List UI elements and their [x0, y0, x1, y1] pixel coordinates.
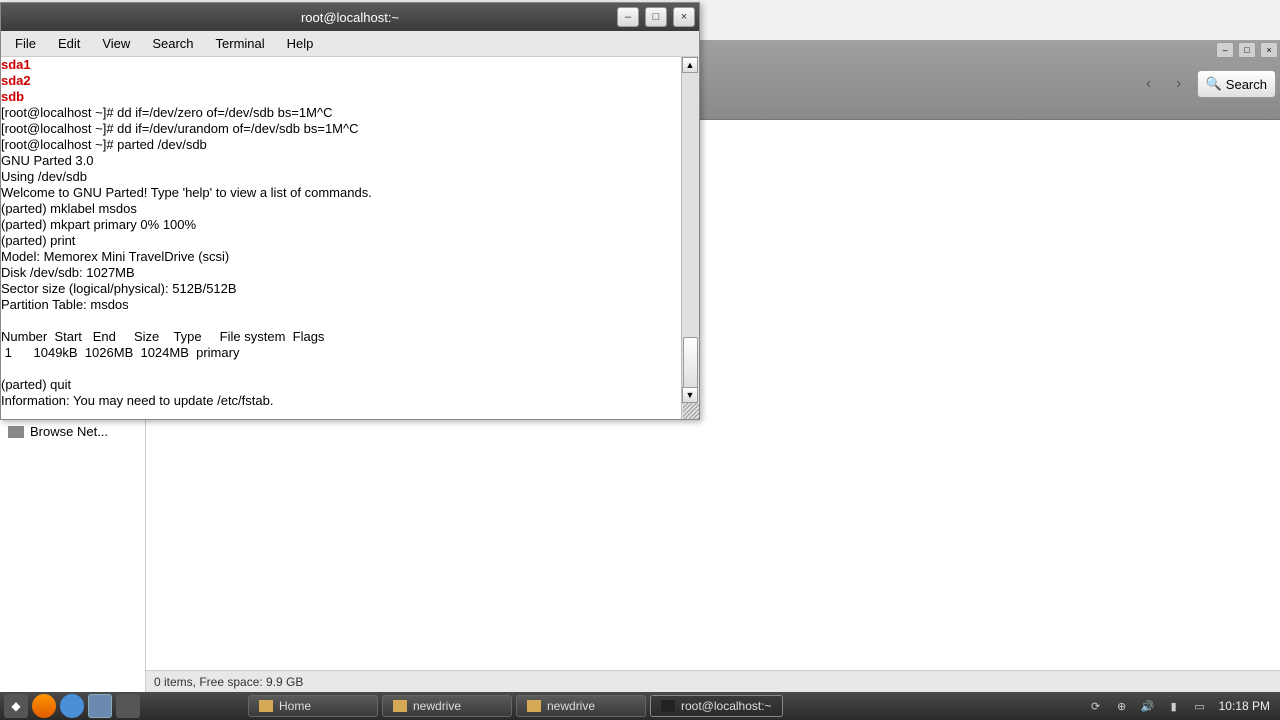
system-tray: ⟳ ⊕ 🔊 ▮ ▭ 10:18 PM — [1089, 699, 1276, 713]
browse-label: Browse Net... — [30, 424, 108, 439]
term-line: (parted) quit — [1, 377, 71, 392]
browser-launcher[interactable] — [60, 694, 84, 718]
maximize-button[interactable]: □ — [645, 7, 667, 27]
task-label: newdrive — [413, 699, 461, 713]
search-box[interactable]: 🔍 Search — [1197, 70, 1276, 98]
menu-search[interactable]: Search — [142, 33, 203, 54]
titlebar[interactable]: root@localhost:~ – □ × — [1, 3, 699, 31]
menu-file[interactable]: File — [5, 33, 46, 54]
task-label: newdrive — [547, 699, 595, 713]
task-newdrive-1[interactable]: newdrive — [382, 695, 512, 717]
start-menu-button[interactable]: ◆ — [4, 694, 28, 718]
task-label: root@localhost:~ — [681, 699, 772, 713]
folder-icon — [259, 700, 273, 712]
term-line: Welcome to GNU Parted! Type 'help' to vi… — [1, 185, 372, 200]
folder-icon — [527, 700, 541, 712]
back-button[interactable]: ‹ — [1137, 72, 1161, 96]
menu-help[interactable]: Help — [277, 33, 324, 54]
term-line: (parted) print — [1, 233, 75, 248]
terminal-window: root@localhost:~ – □ × File Edit View Se… — [0, 2, 700, 420]
scroll-down-button[interactable]: ▼ — [682, 387, 698, 403]
term-line: (parted) mklabel msdos — [1, 201, 137, 216]
scrollbar[interactable]: ▲ ▼ — [681, 57, 699, 419]
menubar: File Edit View Search Terminal Help — [1, 31, 699, 57]
minimize-button[interactable]: – — [617, 7, 639, 27]
term-line: Number Start End Size Type File system F… — [1, 329, 324, 344]
term-line: (parted) mkpart primary 0% 100% — [1, 217, 196, 232]
sidebar-browse-network[interactable]: Browse Net... — [0, 420, 145, 443]
term-line: [root@localhost ~]# parted /dev/sdb — [1, 137, 207, 152]
filemgr-statusbar: 0 items, Free space: 9.9 GB — [146, 670, 1280, 694]
term-line: GNU Parted 3.0 — [1, 153, 94, 168]
task-terminal[interactable]: root@localhost:~ — [650, 695, 783, 717]
firefox-launcher[interactable] — [32, 694, 56, 718]
window-title: root@localhost:~ — [301, 10, 399, 25]
background-toolbar: – □ × ‹ › 🔍 Search — [700, 40, 1280, 120]
terminal-icon — [661, 700, 675, 712]
close-button[interactable]: × — [673, 7, 695, 27]
network-icon — [8, 426, 24, 438]
term-line: Disk /dev/sdb: 1027MB — [1, 265, 135, 280]
terminal-body[interactable]: sda1 sda2 sdb [root@localhost ~]# dd if=… — [1, 57, 699, 419]
term-line: Information: You may need to update /etc… — [1, 393, 273, 408]
background-content — [700, 120, 1280, 420]
term-line: 1 1049kB 1026MB 1024MB primary — [1, 345, 239, 360]
forward-button[interactable]: › — [1167, 72, 1191, 96]
term-line: Using /dev/sdb — [1, 169, 87, 184]
search-label: Search — [1226, 77, 1267, 92]
volume-icon[interactable]: 🔊 — [1141, 699, 1155, 713]
folder-icon — [393, 700, 407, 712]
taskbar: ◆ Home newdrive newdrive root@localhost:… — [0, 692, 1280, 720]
menu-edit[interactable]: Edit — [48, 33, 90, 54]
network-tray-icon[interactable]: ⊕ — [1115, 699, 1129, 713]
status-text: 0 items, Free space: 9.9 GB — [154, 675, 303, 689]
menu-terminal[interactable]: Terminal — [206, 33, 275, 54]
terminal-output[interactable]: sda1 sda2 sdb [root@localhost ~]# dd if=… — [1, 57, 681, 419]
clock[interactable]: 10:18 PM — [1219, 699, 1270, 713]
clipboard-icon[interactable]: ▭ — [1193, 699, 1207, 713]
term-line: Model: Memorex Mini TravelDrive (scsi) — [1, 249, 229, 264]
task-newdrive-2[interactable]: newdrive — [516, 695, 646, 717]
battery-icon[interactable]: ▮ — [1167, 699, 1181, 713]
task-label: Home — [279, 699, 311, 713]
search-icon: 🔍 — [1206, 76, 1222, 92]
bg-close-button[interactable]: × — [1260, 42, 1278, 58]
scroll-up-button[interactable]: ▲ — [682, 57, 698, 73]
term-line: Sector size (logical/physical): 512B/512… — [1, 281, 237, 296]
resize-grip[interactable] — [683, 403, 699, 419]
term-line: Partition Table: msdos — [1, 297, 129, 312]
filemgr-content[interactable] — [146, 420, 1280, 670]
terminal-launcher[interactable] — [116, 694, 140, 718]
term-line: [root@localhost ~]# dd if=/dev/zero of=/… — [1, 105, 332, 120]
term-line: [root@localhost ~]# dd if=/dev/urandom o… — [1, 121, 359, 136]
filemgr-sidebar: Browse Net... — [0, 420, 146, 694]
task-home[interactable]: Home — [248, 695, 378, 717]
dev-line: sda1 — [1, 57, 31, 72]
dev-line: sda2 — [1, 73, 31, 88]
scroll-thumb[interactable] — [683, 337, 698, 391]
bg-maximize-button[interactable]: □ — [1238, 42, 1256, 58]
bg-minimize-button[interactable]: – — [1216, 42, 1234, 58]
filemgr-launcher[interactable] — [88, 694, 112, 718]
update-icon[interactable]: ⟳ — [1089, 699, 1103, 713]
dev-line: sdb — [1, 89, 24, 104]
menu-view[interactable]: View — [92, 33, 140, 54]
